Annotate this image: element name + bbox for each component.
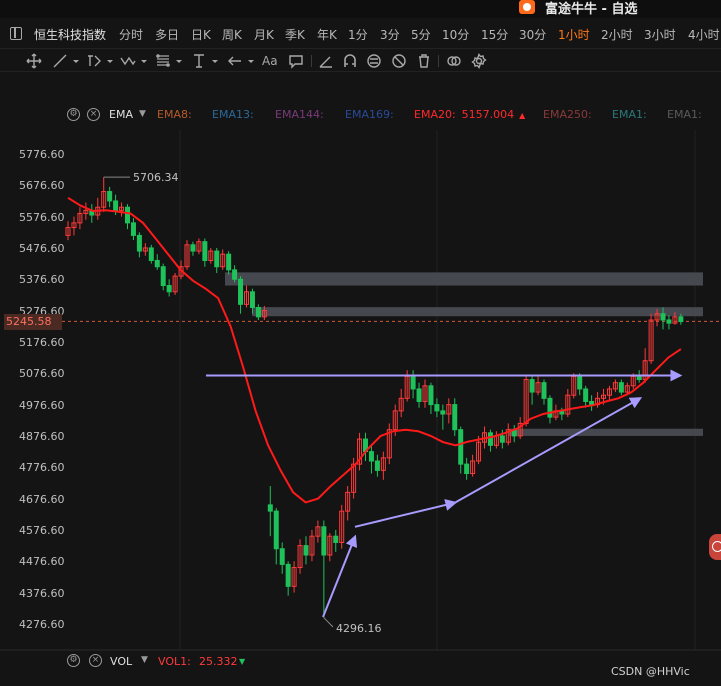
candle-body — [113, 200, 119, 211]
candle-body — [618, 382, 624, 393]
volume-indicator-name[interactable]: VOL — [110, 655, 132, 668]
candle-body — [148, 247, 154, 261]
candle-body — [577, 375, 583, 390]
candle-body — [226, 253, 232, 271]
price-axis-label: 4776.60 — [19, 461, 65, 475]
candle-body — [130, 222, 136, 236]
candle-body — [589, 400, 595, 406]
candle-body — [154, 259, 160, 268]
candle-body — [232, 269, 238, 280]
candle-body — [279, 548, 285, 565]
candle-body — [136, 234, 142, 252]
candle-body — [238, 278, 244, 305]
ema20-line — [67, 196, 682, 504]
candle-body — [285, 563, 291, 587]
candle-body — [416, 388, 422, 402]
candle-body — [214, 250, 220, 268]
price-axis-label: 4376.60 — [19, 586, 65, 600]
price-axis-label: 5476.60 — [19, 242, 65, 255]
price-axis-label: 4676.60 — [19, 492, 65, 506]
candle-body — [547, 397, 553, 418]
support-resistance-zone — [252, 307, 703, 317]
candle-body — [452, 404, 458, 431]
candle-body — [636, 375, 642, 381]
candle-body — [678, 316, 684, 323]
candle-body — [249, 291, 255, 308]
candle-body — [583, 388, 589, 402]
close-icon[interactable]: × — [89, 654, 102, 667]
candle-body — [428, 385, 434, 406]
candle-body — [321, 526, 327, 556]
candle-body — [303, 545, 309, 556]
low-annotation-leader — [323, 617, 334, 628]
price-axis-label: 5776.60 — [19, 148, 65, 161]
candle-body — [125, 206, 130, 224]
candle-body — [410, 375, 416, 390]
candle-body — [267, 504, 273, 512]
chevron-down-icon[interactable]: ▼ — [141, 655, 148, 665]
floating-action-button[interactable] — [709, 534, 721, 560]
price-axis-label: 4876.60 — [19, 430, 65, 443]
settings-icon[interactable]: ⚙ — [67, 654, 80, 667]
candle-body — [255, 306, 261, 318]
candle-body — [374, 460, 380, 471]
low-annotation: 4296.16 — [336, 622, 382, 635]
support-resistance-zone — [225, 272, 703, 286]
price-axis-label: 4976.60 — [19, 398, 65, 412]
price-axis: 5776.60 5676.60 5576.60 5476.60 5376.60 5276.… — [0, 130, 65, 650]
price-axis-label: 4476.60 — [19, 555, 65, 569]
volume-value: 25.332 — [199, 655, 238, 668]
price-axis-label: 4576.60 — [19, 524, 65, 537]
support-resistance-zone — [509, 428, 703, 436]
candle-body — [529, 379, 535, 393]
volume-label: VOL1: — [158, 655, 191, 668]
current-price-tag: 5245.58 — [4, 314, 62, 330]
candle-body — [273, 510, 279, 550]
price-axis-label: 5176.60 — [19, 336, 65, 349]
price-axis-label: 5576.60 — [19, 210, 65, 224]
candle-body — [458, 429, 464, 465]
candle-body — [333, 535, 339, 543]
candle-body — [487, 432, 493, 446]
price-axis-label: 4276.60 — [19, 618, 65, 631]
candle-body — [464, 463, 470, 475]
watermark: CSDN @HHVic — [611, 665, 690, 678]
candle-body — [166, 285, 172, 293]
candlestick-chart[interactable]: 5706.34 4296.16 — [0, 0, 721, 686]
high-annotation: 5706.34 — [133, 171, 179, 184]
candle-body — [440, 410, 446, 415]
candle-body — [434, 404, 440, 412]
candle-body — [499, 435, 505, 443]
price-axis-label: 5076.60 — [19, 367, 65, 381]
candle-body — [202, 241, 208, 261]
caret-down-icon: ▼ — [239, 657, 246, 666]
candle-body — [107, 191, 113, 202]
candle-body — [666, 319, 672, 324]
candle-body — [541, 382, 547, 399]
candle-body — [190, 244, 196, 252]
candle-body — [368, 451, 374, 462]
trend-arrow — [354, 499, 458, 528]
price-axis-label: 5676.60 — [19, 179, 65, 193]
candle-body — [160, 266, 166, 287]
candle-body — [660, 313, 666, 321]
price-axis-label: 5376.60 — [19, 273, 65, 287]
